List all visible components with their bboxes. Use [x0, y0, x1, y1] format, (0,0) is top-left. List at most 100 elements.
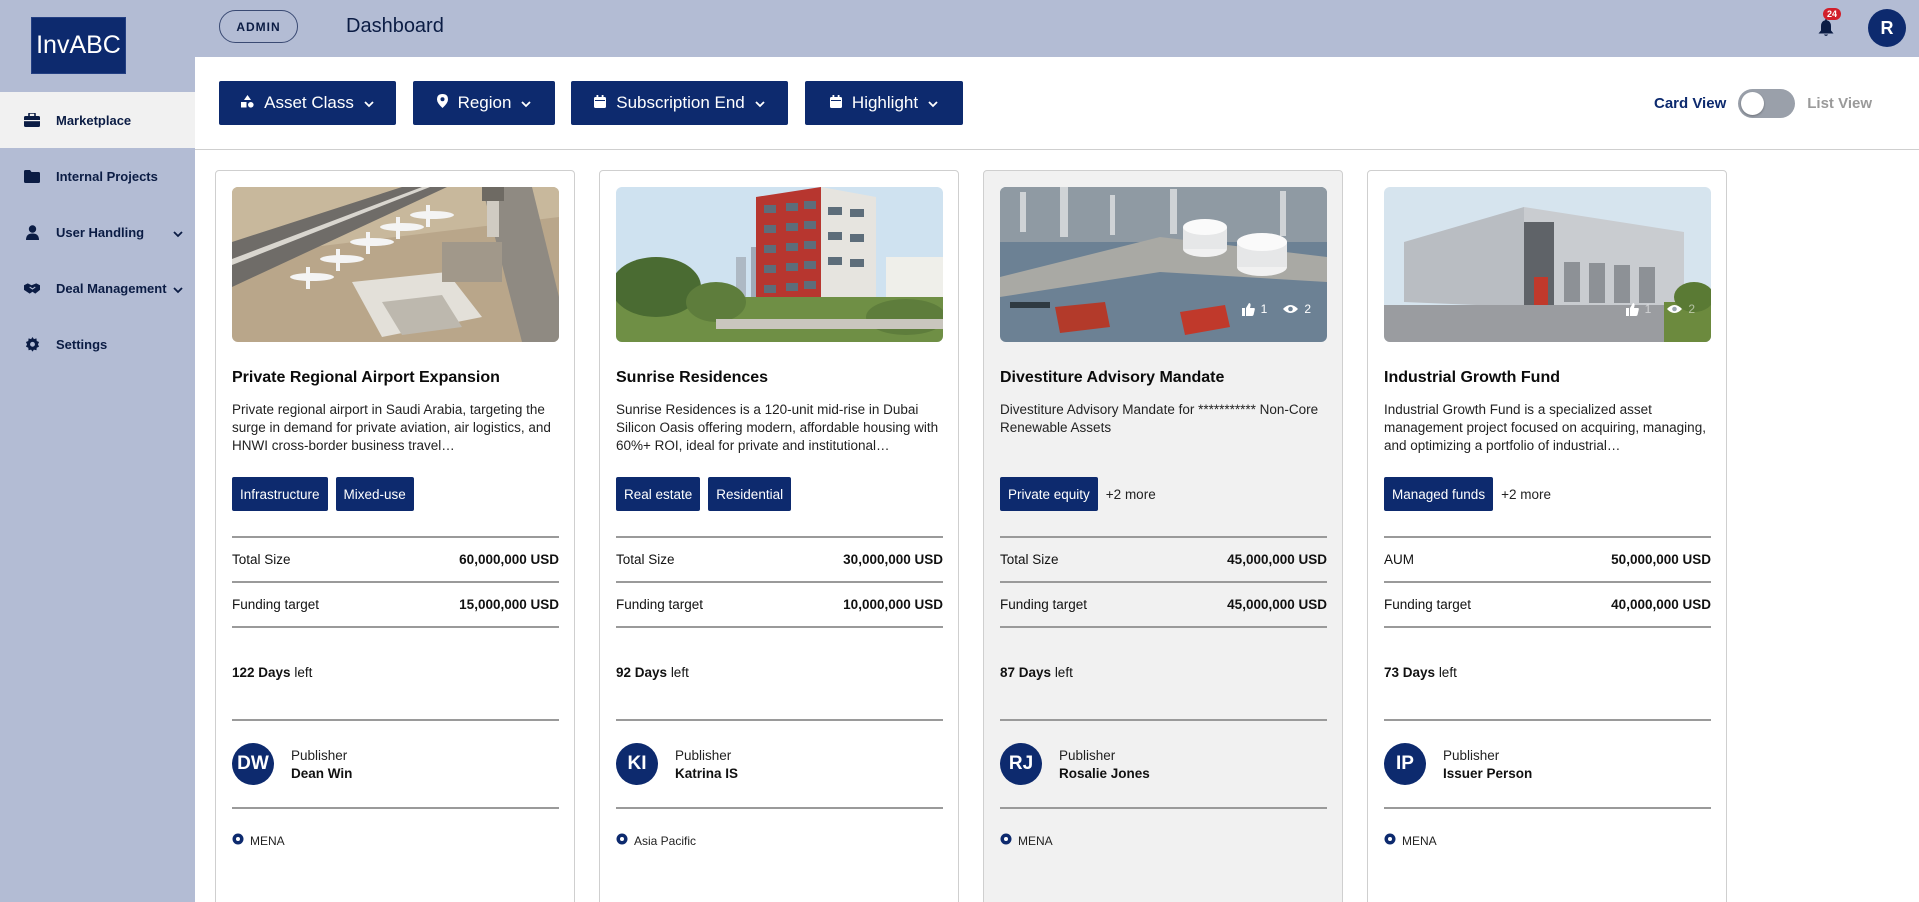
- region-label: MENA: [1402, 833, 1437, 848]
- filter-subscription-end-button[interactable]: Subscription End: [571, 81, 788, 125]
- project-card[interactable]: Private Regional Airport Expansion Priva…: [215, 170, 575, 902]
- view-switch[interactable]: [1738, 89, 1796, 118]
- card-title[interactable]: Divestiture Advisory Mandate: [1000, 369, 1224, 387]
- sidebar-item-marketplace[interactable]: Marketplace: [0, 92, 195, 148]
- project-card[interactable]: 1 2 Industrial Growth Fund Industrial Gr…: [1367, 170, 1727, 902]
- location-pin-icon: [616, 833, 628, 848]
- region: MENA: [1000, 833, 1053, 848]
- divider: [616, 536, 943, 538]
- metric-value: 50,000,000 USD: [1611, 552, 1711, 567]
- tag-list: Managed funds +2 more: [1384, 477, 1551, 511]
- divider: [1000, 719, 1327, 721]
- days-value: 87 Days: [1000, 665, 1052, 680]
- divider: [1000, 581, 1327, 583]
- sidebar-item-user-handling[interactable]: User Handling: [0, 204, 195, 260]
- card-description: Industrial Growth Fund is a specialized …: [1384, 402, 1706, 453]
- divider: [1000, 626, 1327, 628]
- likes[interactable]: 1: [1241, 302, 1268, 316]
- publisher-label: Publisher: [1443, 747, 1500, 763]
- days-left: 87 Days left: [1000, 665, 1073, 680]
- metric-value: 30,000,000 USD: [843, 552, 943, 567]
- sidebar-item-label: Deal Management: [56, 280, 167, 296]
- likes[interactable]: 1: [1625, 302, 1651, 316]
- project-card[interactable]: 1 2 Divestiture Advisory Mandate Divesti…: [983, 170, 1343, 902]
- divider: [1384, 719, 1711, 721]
- publisher-name: Issuer Person: [1443, 765, 1533, 781]
- card-description: Private regional airport in Saudi Arabia…: [232, 402, 551, 453]
- more-tags[interactable]: +2 more: [1106, 487, 1156, 502]
- app-logo[interactable]: InvABC: [31, 17, 126, 74]
- sidebar-item-internal-projects[interactable]: Internal Projects: [0, 148, 195, 204]
- thumbs-up-icon: [1241, 302, 1255, 316]
- metric-label: Funding target: [1000, 597, 1088, 612]
- card-title[interactable]: Private Regional Airport Expansion: [232, 369, 500, 387]
- metric-row: AUM 50,000,000 USD: [1384, 552, 1711, 567]
- publisher-label: Publisher: [675, 747, 732, 763]
- region: Asia Pacific: [616, 833, 696, 848]
- views-count: 2: [1688, 302, 1695, 316]
- location-pin-icon: [1384, 833, 1396, 848]
- card-view-label[interactable]: Card View: [1654, 95, 1726, 112]
- briefcase-icon: [24, 112, 40, 128]
- card-title[interactable]: Industrial Growth Fund: [1384, 369, 1560, 387]
- publisher-name: Katrina IS: [675, 765, 739, 781]
- engagement-stats: 1 2: [1241, 302, 1311, 316]
- tag: Residential: [708, 477, 792, 511]
- more-tags[interactable]: +2 more: [1501, 487, 1551, 502]
- card-title[interactable]: Sunrise Residences: [616, 369, 768, 387]
- metric-row: Total Size 30,000,000 USD: [616, 552, 943, 567]
- card-description: Sunrise Residences is a 120-unit mid-ris…: [616, 402, 939, 453]
- views: 2: [1283, 302, 1311, 316]
- metric-value: 40,000,000 USD: [1611, 597, 1711, 612]
- metric-row: Total Size 60,000,000 USD: [232, 552, 559, 567]
- metric-value: 10,000,000 USD: [843, 597, 943, 612]
- publisher-name: Rosalie Jones: [1059, 765, 1150, 781]
- likes-count: 1: [1260, 302, 1268, 316]
- chevron-down-icon[interactable]: [173, 282, 183, 297]
- chevron-down-icon: [364, 93, 374, 113]
- divider: [1384, 807, 1711, 809]
- project-image-industrial-port: 1 2: [1000, 187, 1327, 342]
- user-avatar[interactable]: R: [1868, 9, 1906, 47]
- days-suffix: left: [670, 665, 689, 680]
- filter-label: Asset Class: [264, 93, 354, 112]
- metric-row: Funding target 15,000,000 USD: [232, 597, 559, 612]
- filter-highlight-button[interactable]: Highlight: [805, 81, 963, 125]
- card-description: Divestiture Advisory Mandate for *******…: [1000, 402, 1319, 435]
- filter-label: Highlight: [851, 93, 919, 112]
- metric-value: 45,000,000 USD: [1227, 552, 1327, 567]
- list-view-label[interactable]: List View: [1807, 95, 1872, 112]
- region-label: MENA: [250, 833, 285, 848]
- metric-label: Total Size: [1000, 552, 1059, 567]
- region: MENA: [232, 833, 285, 848]
- sidebar-item-settings[interactable]: Settings: [0, 316, 195, 372]
- tag: Private equity: [1000, 477, 1098, 511]
- metric-label: Total Size: [232, 552, 291, 567]
- switch-knob: [1741, 92, 1765, 115]
- eye-icon: [1667, 305, 1683, 313]
- sidebar-item-deal-management[interactable]: Deal Management: [0, 260, 195, 316]
- eye-icon: [1283, 305, 1299, 313]
- views-count: 2: [1304, 302, 1311, 316]
- divider: [232, 626, 559, 628]
- chevron-down-icon: [755, 93, 765, 113]
- sidebar: InvABC Marketplace Internal Projects Use…: [0, 0, 195, 902]
- views: 2: [1667, 302, 1695, 316]
- divider: [232, 536, 559, 538]
- days-suffix: left: [1054, 665, 1073, 680]
- publisher: DW Publisher Dean Win: [232, 743, 352, 785]
- role-badge: ADMIN: [219, 10, 298, 43]
- publisher: RJ Publisher Rosalie Jones: [1000, 743, 1150, 785]
- days-left: 122 Days left: [232, 665, 312, 680]
- notification-badge: 24: [1823, 8, 1842, 20]
- region: MENA: [1384, 833, 1437, 848]
- project-card[interactable]: Sunrise Residences Sunrise Residences is…: [599, 170, 959, 902]
- avatar: DW: [232, 743, 274, 785]
- metric-value: 15,000,000 USD: [459, 597, 559, 612]
- filter-asset-class-button[interactable]: Asset Class: [219, 81, 396, 125]
- chevron-down-icon[interactable]: [173, 226, 183, 241]
- filter-region-button[interactable]: Region: [413, 81, 555, 125]
- metric-value: 60,000,000 USD: [459, 552, 559, 567]
- location-pin-icon: [436, 93, 448, 113]
- sidebar-item-label: Marketplace: [56, 112, 132, 128]
